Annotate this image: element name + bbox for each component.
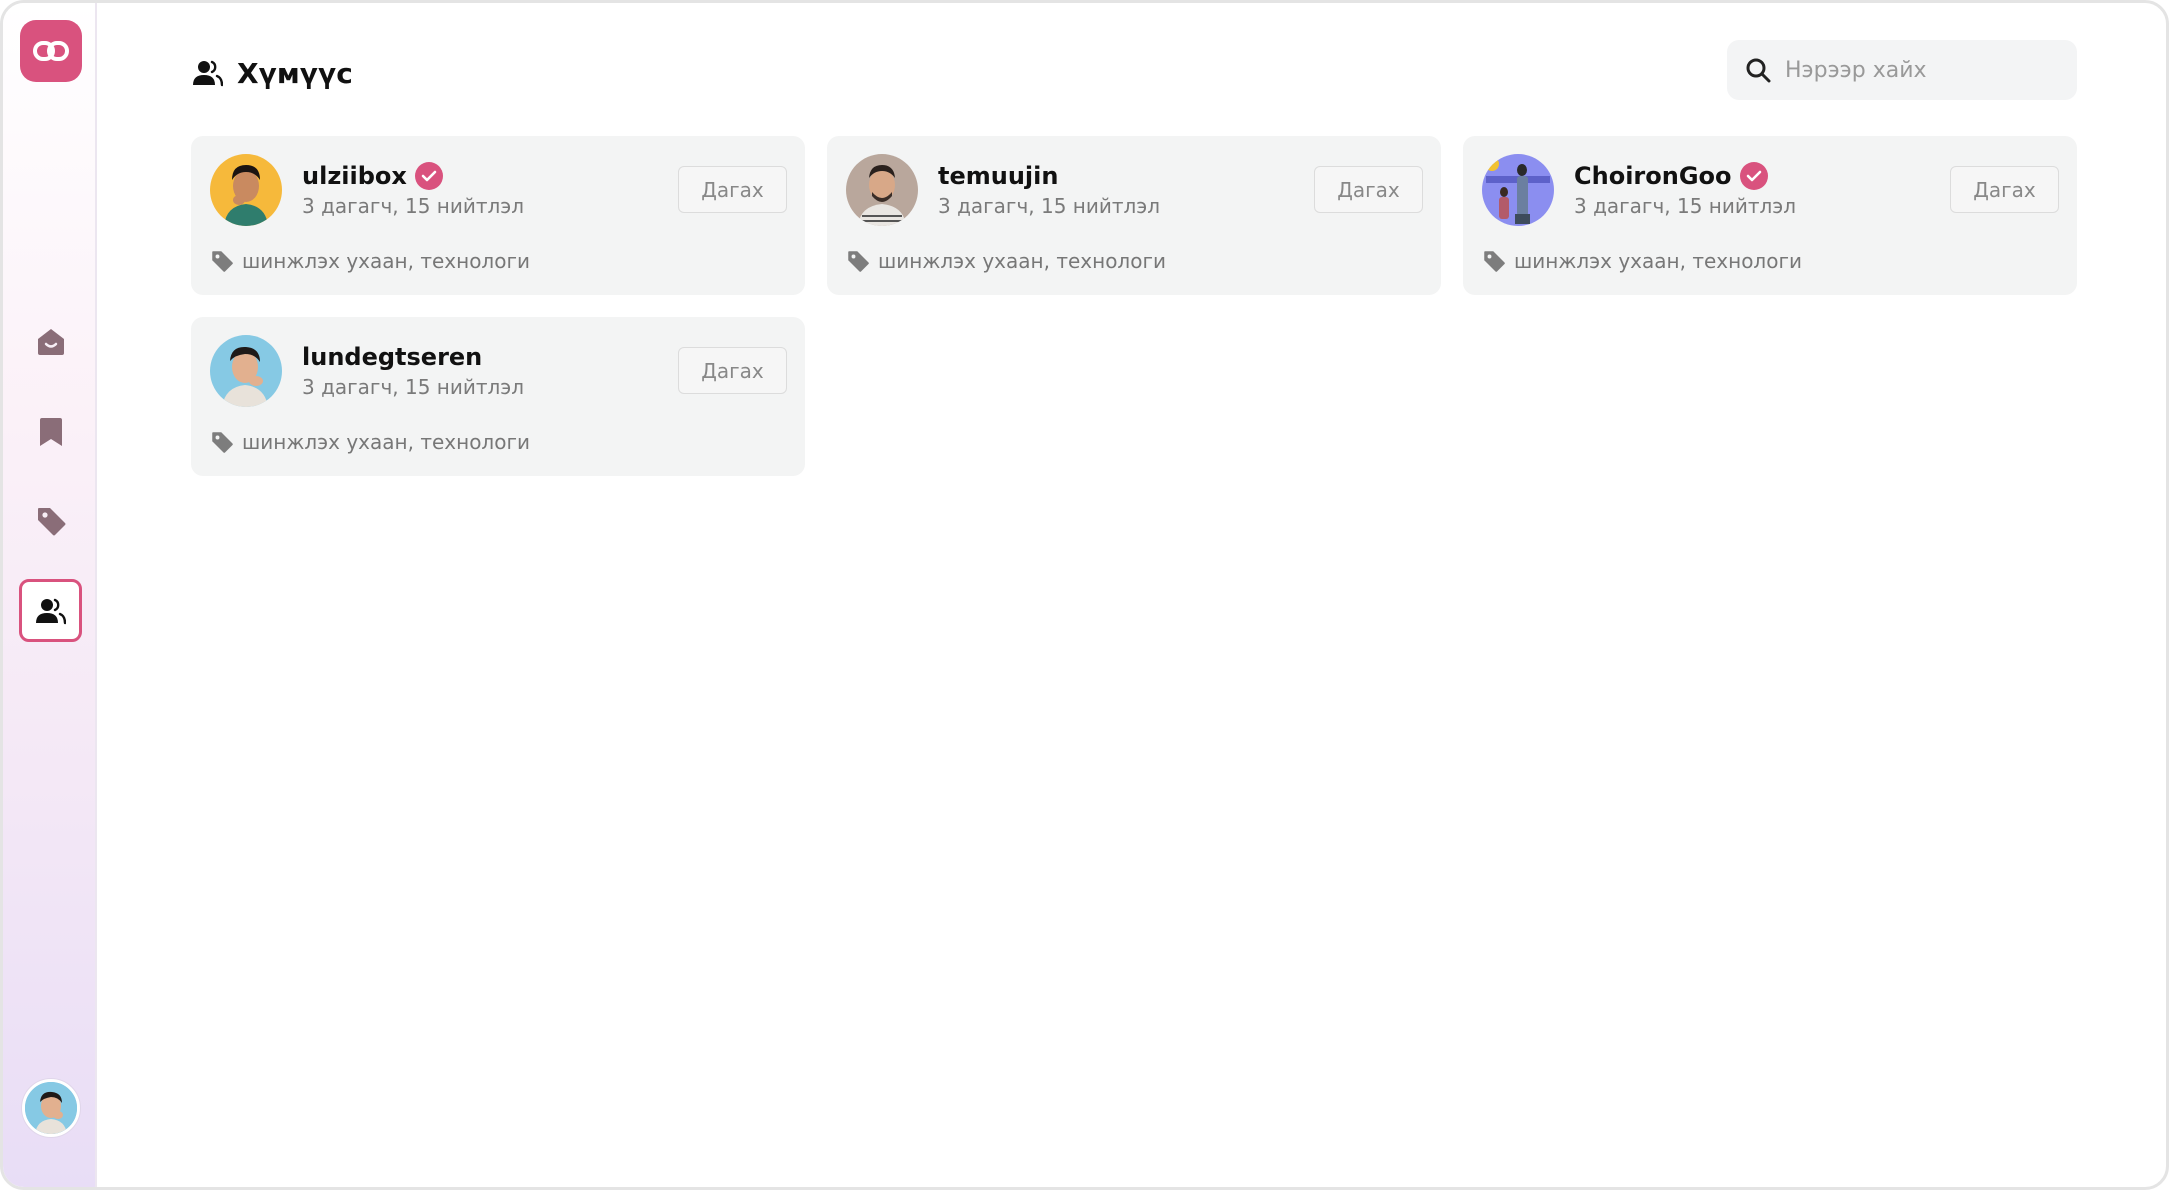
tags-text: шинжлэх ухаан, технологи (242, 249, 530, 273)
people-icon (35, 598, 66, 624)
app-window: Хүмүүс ulziibox 3 дагагч, 15 нийтлэл Д (0, 0, 2169, 1190)
home-icon (37, 328, 64, 355)
user-name[interactable]: temuujin (938, 162, 1058, 190)
user-card: temuujin 3 дагагч, 15 нийтлэл Дагах шинж… (827, 136, 1441, 295)
user-stats: 3 дагагч, 15 нийтлэл (938, 194, 1161, 218)
avatar[interactable] (1482, 154, 1554, 226)
tag-icon (212, 432, 233, 453)
user-name-row: ulziibox (302, 162, 443, 190)
logo[interactable] (20, 20, 82, 82)
user-name[interactable]: ulziibox (302, 162, 407, 190)
user-card: ulziibox 3 дагагч, 15 нийтлэл Дагах шинж… (191, 136, 805, 295)
avatar[interactable] (846, 154, 918, 226)
sidebar-item-bookmarks[interactable] (19, 400, 82, 463)
page-header: Хүмүүс (193, 55, 353, 91)
user-stats: 3 дагагч, 15 нийтлэл (302, 194, 525, 218)
tags-text: шинжлэх ухаан, технологи (242, 430, 530, 454)
user-tags: шинжлэх ухаан, технологи (846, 249, 1166, 273)
follow-button[interactable]: Дагах (678, 347, 787, 394)
bookmark-icon (39, 417, 62, 446)
verified-badge-icon (1739, 162, 1768, 190)
page-title: Хүмүүс (237, 56, 353, 90)
search-icon (1746, 58, 1771, 83)
sidebar-item-tags[interactable] (19, 489, 82, 552)
user-tags: шинжлэх ухаан, технологи (1482, 249, 1802, 273)
tags-text: шинжлэх ухаан, технологи (878, 249, 1166, 273)
search-bar[interactable] (1727, 40, 2077, 100)
people-icon (193, 60, 223, 87)
user-tags: шинжлэх ухаан, технологи (210, 430, 530, 454)
avatar[interactable] (210, 335, 282, 407)
user-name-row: temuujin (938, 162, 1058, 190)
avatar[interactable] (210, 154, 282, 226)
user-card: lundegtseren 3 дагагч, 15 нийтлэл Дагах … (191, 317, 805, 476)
user-tags: шинжлэх ухаан, технологи (210, 249, 530, 273)
search-input[interactable] (1785, 57, 2055, 83)
follow-button[interactable]: Дагах (1950, 166, 2059, 213)
tag-icon (37, 507, 65, 535)
tag-icon (848, 251, 869, 272)
user-avatar[interactable] (22, 1079, 80, 1137)
link-icon (33, 41, 69, 61)
tag-icon (1484, 251, 1505, 272)
user-name-row: ChoironGoo (1574, 162, 1768, 190)
user-stats: 3 дагагч, 15 нийтлэл (1574, 194, 1797, 218)
user-stats: 3 дагагч, 15 нийтлэл (302, 375, 525, 399)
user-name[interactable]: lundegtseren (302, 343, 482, 371)
sidebar-item-home[interactable] (19, 310, 82, 373)
user-name[interactable]: ChoironGoo (1574, 162, 1732, 190)
sidebar-item-people[interactable] (19, 579, 82, 642)
user-card: ChoironGoo 3 дагагч, 15 нийтлэл Дагах ши… (1463, 136, 2077, 295)
user-name-row: lundegtseren (302, 343, 482, 371)
tags-text: шинжлэх ухаан, технологи (1514, 249, 1802, 273)
verified-badge-icon (414, 162, 443, 190)
follow-button[interactable]: Дагах (1314, 166, 1423, 213)
follow-button[interactable]: Дагах (678, 166, 787, 213)
tag-icon (212, 251, 233, 272)
sidebar (3, 3, 97, 1187)
